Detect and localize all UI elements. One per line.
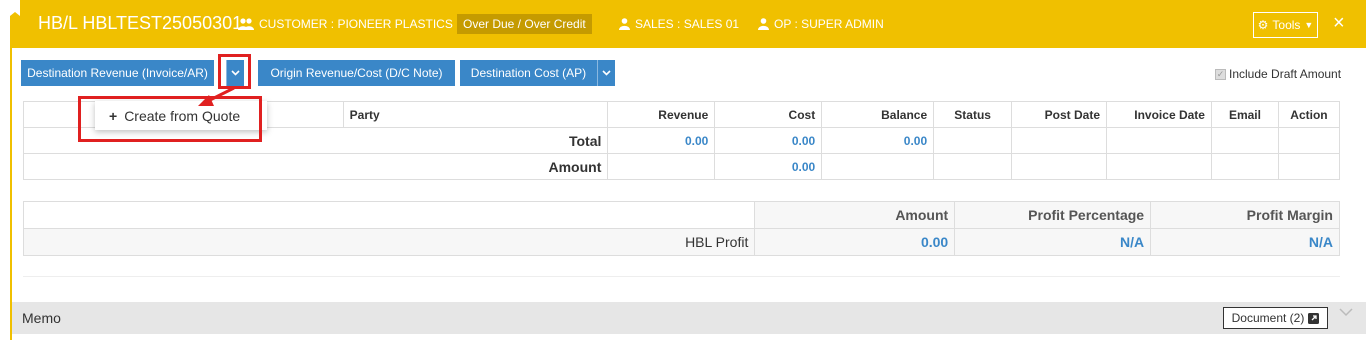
table-cell xyxy=(1106,127,1212,154)
amount-row: Amount 0.00 xyxy=(22,153,1341,180)
profit-percentage-value: N/A xyxy=(954,228,1152,256)
profit-table: Amount Profit Percentage Profit Margin H… xyxy=(22,201,1340,256)
highlight-dropdown-box xyxy=(218,54,251,89)
table-cell xyxy=(1011,127,1108,154)
panel-header: HB/L HBLTEST25050301 CUSTOMER : PIONEER … xyxy=(10,0,1366,48)
gears-icon: ⚙ xyxy=(1257,18,1269,32)
memo-bar[interactable]: Memo Document (2) xyxy=(12,302,1366,334)
destination-cost-dropdown[interactable] xyxy=(597,60,615,86)
col-header-party: Party xyxy=(342,101,609,128)
profit-amount-header: Amount xyxy=(754,201,956,229)
document-label: Document (2) xyxy=(1231,311,1305,325)
hbl-profit-row: HBL Profit 0.00 N/A N/A xyxy=(22,228,1340,256)
col-header-status: Status xyxy=(933,101,1013,128)
total-revenue: 0.00 xyxy=(607,127,716,154)
op-label: OP : SUPER ADMIN xyxy=(774,17,884,31)
user-icon xyxy=(619,18,630,30)
include-draft-toggle[interactable]: ✓ Include Draft Amount xyxy=(1215,67,1341,81)
table-cell xyxy=(821,153,935,180)
hbl-title: HB/L HBLTEST25050301 xyxy=(38,13,243,33)
bookmark-icon xyxy=(10,0,20,16)
profit-margin-value: N/A xyxy=(1150,228,1340,256)
external-link-icon xyxy=(1308,312,1320,324)
tools-button[interactable]: ⚙ Tools ▼ xyxy=(1253,12,1318,38)
table-cell xyxy=(1277,127,1341,154)
highlight-menu-box xyxy=(78,96,262,142)
profit-header-row: Amount Profit Percentage Profit Margin xyxy=(22,201,1340,229)
tools-label: Tools xyxy=(1272,18,1301,32)
table-cell xyxy=(1011,153,1108,180)
chevron-down-icon[interactable] xyxy=(1339,308,1353,317)
col-header-revenue: Revenue xyxy=(607,101,716,128)
col-header-email: Email xyxy=(1210,101,1279,128)
memo-label: Memo xyxy=(22,310,61,326)
table-cell xyxy=(933,127,1013,154)
document-button[interactable]: Document (2) xyxy=(1223,307,1328,329)
hbl-panel: HB/L HBLTEST25050301 CUSTOMER : PIONEER … xyxy=(10,0,1366,340)
customer-info: CUSTOMER : PIONEER PLASTICS xyxy=(238,17,453,31)
sales-label: SALES : SALES 01 xyxy=(635,17,740,31)
profit-percentage-header: Profit Percentage xyxy=(954,201,1152,229)
include-draft-checkbox[interactable]: ✓ xyxy=(1215,68,1226,80)
table-cell xyxy=(1106,153,1212,180)
profit-margin-header: Profit Margin xyxy=(1150,201,1340,229)
col-header-balance: Balance xyxy=(821,101,935,128)
col-header-action: Action xyxy=(1277,101,1341,128)
close-icon[interactable]: × xyxy=(1333,11,1345,35)
amount-label: Amount xyxy=(22,153,609,180)
overdue-badge: Over Due / Over Credit xyxy=(457,14,592,34)
profit-amount-value: 0.00 xyxy=(754,228,956,256)
user-icon xyxy=(758,18,769,30)
table-cell xyxy=(1277,153,1341,180)
hbl-profit-label: HBL Profit xyxy=(22,228,756,256)
chevron-down-icon xyxy=(602,70,611,76)
destination-cost-button[interactable]: Destination Cost (AP) xyxy=(460,60,597,86)
col-header-invoice-date: Invoice Date xyxy=(1106,101,1212,128)
chevron-down-icon: ▼ xyxy=(1304,20,1314,30)
users-icon xyxy=(238,18,254,30)
destination-revenue-button[interactable]: Destination Revenue (Invoice/AR) xyxy=(21,60,214,86)
table-cell xyxy=(607,153,716,180)
table-cell xyxy=(1210,153,1279,180)
total-balance: 0.00 xyxy=(821,127,935,154)
op-info: OP : SUPER ADMIN xyxy=(758,17,884,31)
sales-info: SALES : SALES 01 xyxy=(619,17,739,31)
col-header-cost: Cost xyxy=(714,101,823,128)
include-draft-label: Include Draft Amount xyxy=(1229,67,1342,81)
table-cell xyxy=(1210,127,1279,154)
divider xyxy=(23,276,1340,277)
col-header-post-date: Post Date xyxy=(1011,101,1108,128)
customer-label: CUSTOMER : PIONEER PLASTICS xyxy=(259,17,453,31)
amount-cost: 0.00 xyxy=(714,153,823,180)
origin-revenue-cost-button[interactable]: Origin Revenue/Cost (D/C Note) xyxy=(258,60,455,86)
table-cell xyxy=(22,201,756,229)
table-cell xyxy=(933,153,1013,180)
total-cost: 0.00 xyxy=(714,127,823,154)
